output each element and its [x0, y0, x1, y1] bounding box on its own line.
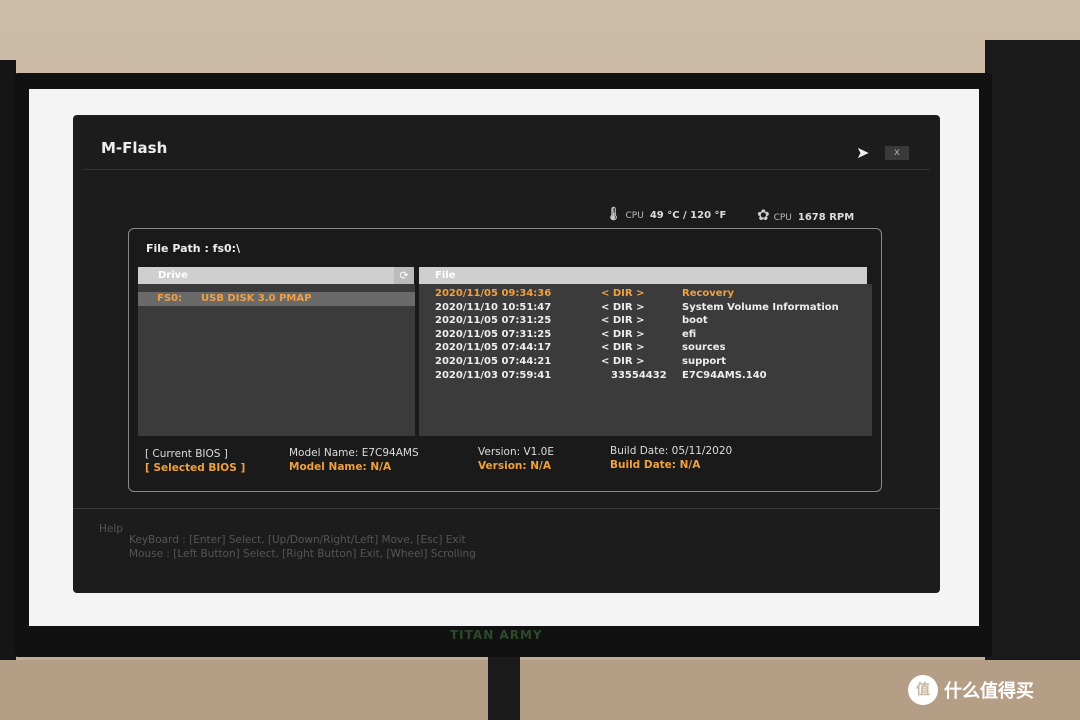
selected-bios-label: [ Selected BIOS ] [145, 462, 246, 474]
drive-id: FS0: [157, 293, 182, 304]
file-date: 2020/11/05 07:31:25 [435, 328, 552, 340]
file-row[interactable]: 2020/11/10 10:51:47 < DIR > System Volume … [419, 301, 872, 314]
file-name: Recovery [682, 288, 735, 299]
file-type: 33554432 [611, 369, 667, 381]
help-keyboard: KeyBoard : [Enter] Select, [Up/Down/Righ… [129, 534, 466, 546]
refresh-button[interactable]: ⟳ [394, 267, 414, 284]
help-mouse: Mouse : [Left Button] Select, [Right But… [129, 548, 476, 560]
cpu-fan-value: 1678 RPM [797, 212, 855, 223]
file-header: File [419, 267, 867, 284]
drive-header: Drive [138, 267, 414, 284]
file-date: 2020/11/05 09:34:36 [435, 288, 552, 299]
file-name: System Volume Information [682, 301, 839, 313]
file-date: 2020/11/03 07:59:41 [435, 369, 552, 381]
file-name: sources [682, 342, 726, 354]
selected-model-name: Model Name: N/A [289, 461, 392, 473]
file-name: boot [682, 315, 708, 327]
watermark-icon: 值 [908, 675, 938, 705]
file-type: < DIR > [601, 315, 645, 327]
watermark-text: 什么值得买 [944, 681, 1034, 702]
cpu-fan-speed: ✿ CPU 1678 RPM [757, 206, 854, 224]
monitor-brand-logo: TITAN ARMY [450, 628, 543, 642]
current-bios-label: [ Current BIOS ] [145, 448, 228, 460]
file-row[interactable]: 2020/11/05 09:34:36 < DIR > Recovery [419, 287, 872, 300]
cpu-temp-label: CPU [625, 211, 644, 221]
file-date: 2020/11/05 07:44:21 [435, 356, 552, 367]
watermark-logo: 值 什么值得买 [908, 675, 1034, 705]
file-name: support [682, 356, 726, 367]
file-type: < DIR > [601, 301, 645, 313]
drive-item[interactable]: FS0: USB DISK 3.0 PMAP [138, 292, 415, 306]
file-type: < DIR > [601, 328, 645, 340]
m-flash-window: M-Flash ➤ x 🌡 CPU 49 °C / 120 °F ✿ CPU 1678 … [73, 115, 940, 593]
file-row[interactable]: 2020/11/05 07:44:21 < DIR > support [419, 355, 872, 368]
flash-panel: File Path : fs0:\ Drive ⟳ File FS0: USB … [128, 228, 882, 492]
divider [83, 169, 930, 170]
file-type: < DIR > [601, 288, 645, 299]
file-date: 2020/11/05 07:31:25 [435, 315, 552, 327]
window-title: M-Flash [101, 139, 168, 157]
drive-list: FS0: USB DISK 3.0 PMAP [138, 284, 415, 436]
cpu-fan-label: CPU [773, 213, 792, 223]
current-build-date: Build Date: 05/11/2020 [610, 445, 733, 457]
mouse-cursor-icon: ➤ [856, 143, 870, 162]
fan-icon: ✿ [757, 206, 770, 224]
close-button[interactable]: x [885, 146, 909, 160]
file-name: efi [682, 328, 697, 340]
right-monitor-edge [985, 40, 1080, 660]
file-date: 2020/11/10 10:51:47 [435, 301, 552, 313]
file-date: 2020/11/05 07:44:17 [435, 342, 552, 354]
divider [73, 508, 940, 509]
selected-version: Version: N/A [478, 460, 551, 472]
file-row[interactable]: 2020/11/05 07:44:17 < DIR > sources [419, 341, 872, 354]
help-title: Help [99, 523, 123, 535]
file-type: < DIR > [601, 356, 645, 367]
drive-name: USB DISK 3.0 PMAP [201, 293, 312, 304]
file-row[interactable]: 2020/11/03 07:59:41 33554432 E7C94AMS.140 [419, 369, 872, 382]
refresh-icon: ⟳ [399, 269, 409, 282]
cpu-temperature: 🌡 CPU 49 °C / 120 °F [605, 207, 726, 222]
current-version: Version: V1.0E [478, 446, 555, 458]
file-list: 2020/11/05 09:34:36 < DIR > Recovery 2020/1… [419, 284, 872, 436]
selected-build-date: Build Date: N/A [610, 459, 701, 471]
thermometer-icon: 🌡 [605, 207, 622, 222]
current-model-name: Model Name: E7C94AMS [289, 447, 419, 459]
monitor-stand [488, 655, 520, 720]
file-name: E7C94AMS.140 [682, 369, 767, 381]
file-row[interactable]: 2020/11/05 07:31:25 < DIR > boot [419, 314, 872, 327]
file-type: < DIR > [601, 342, 645, 354]
file-path: File Path : fs0:\ [146, 242, 241, 255]
cpu-temp-value: 49 °C / 120 °F [649, 210, 727, 221]
file-row[interactable]: 2020/11/05 07:31:25 < DIR > efi [419, 328, 872, 341]
